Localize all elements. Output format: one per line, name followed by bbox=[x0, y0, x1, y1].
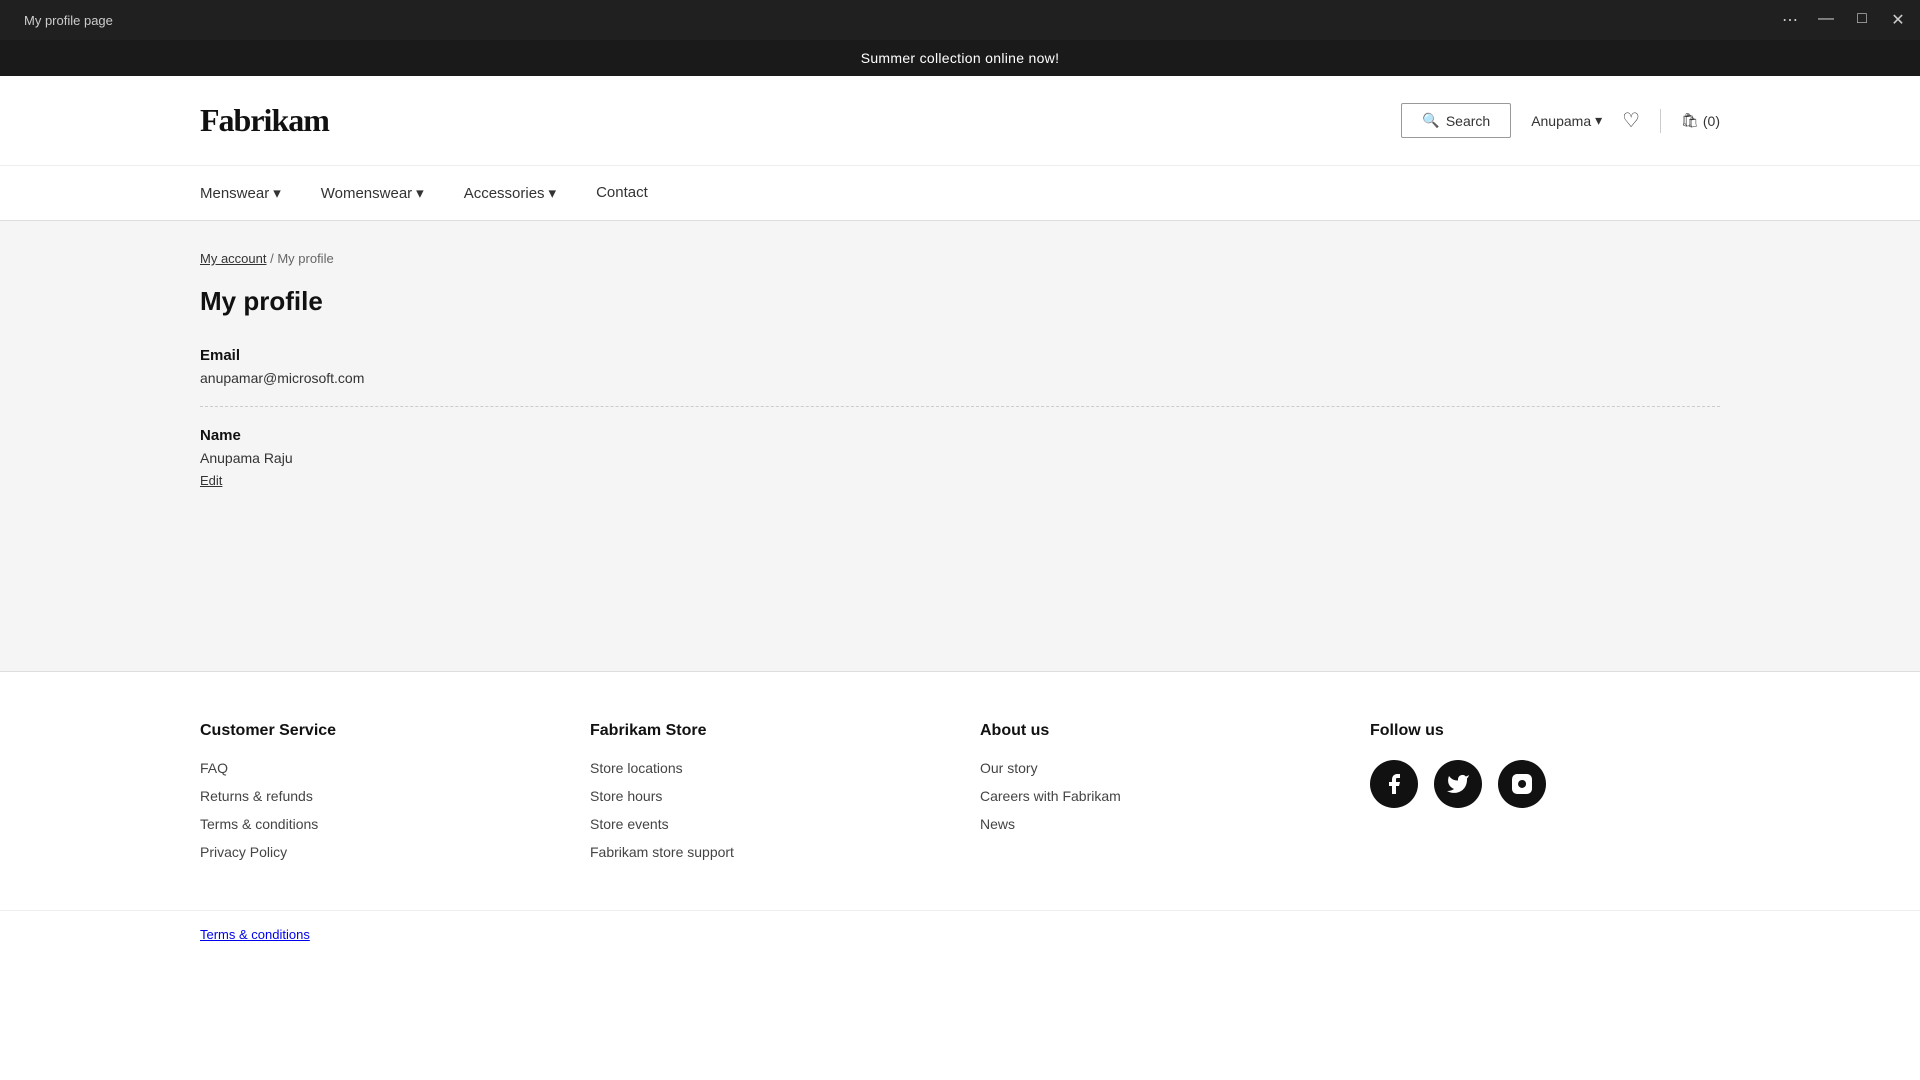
footer-link-store-support[interactable]: Fabrikam store support bbox=[590, 844, 940, 860]
breadcrumb: My account / My profile bbox=[200, 251, 1720, 266]
footer-link-faq[interactable]: FAQ bbox=[200, 760, 550, 776]
footer-bottom: Terms & conditions bbox=[0, 910, 1920, 958]
nav-item-contact[interactable]: Contact bbox=[596, 166, 648, 220]
footer-fabrikam-store-title: Fabrikam Store bbox=[590, 722, 940, 740]
nav-link-accessories[interactable]: Accessories ▾ bbox=[464, 166, 556, 220]
browser-chrome: My profile page ⋯ — □ ✕ bbox=[0, 0, 1920, 40]
breadcrumb-current: My profile bbox=[277, 251, 333, 266]
name-label: Name bbox=[200, 427, 1720, 444]
minimize-icon[interactable]: — bbox=[1816, 10, 1836, 30]
footer: Customer Service FAQ Returns & refunds T… bbox=[0, 671, 1920, 910]
profile-section: Email anupamar@microsoft.com Name Anupam… bbox=[200, 347, 1720, 488]
footer-fabrikam-store-links: Store locations Store hours Store events… bbox=[590, 760, 940, 860]
search-label: Search bbox=[1446, 113, 1490, 129]
field-divider bbox=[200, 406, 1720, 407]
main-nav: Menswear ▾ Womenswear ▾ Accessories ▾ Co… bbox=[0, 166, 1920, 221]
browser-controls[interactable]: ⋯ — □ ✕ bbox=[1780, 10, 1908, 30]
social-icons bbox=[1370, 760, 1720, 808]
wishlist-button[interactable]: ♡ bbox=[1622, 108, 1640, 133]
footer-link-news[interactable]: News bbox=[980, 816, 1330, 832]
footer-link-careers[interactable]: Careers with Fabrikam bbox=[980, 788, 1330, 804]
twitter-icon[interactable] bbox=[1434, 760, 1482, 808]
browser-tab: My profile page bbox=[12, 13, 125, 28]
header: Fabrikam 🔍 Search Anupama ▾ ♡ 🛍 (0) bbox=[0, 76, 1920, 166]
chevron-down-icon: ▾ bbox=[1595, 112, 1602, 129]
chevron-down-icon: ▾ bbox=[549, 184, 557, 202]
chevron-down-icon: ▾ bbox=[416, 184, 424, 202]
footer-col-customer-service: Customer Service FAQ Returns & refunds T… bbox=[200, 722, 550, 860]
header-actions: 🔍 Search Anupama ▾ ♡ 🛍 (0) bbox=[1401, 103, 1720, 138]
footer-terms-link[interactable]: Terms & conditions bbox=[200, 927, 310, 942]
announcement-text: Summer collection online now! bbox=[861, 50, 1060, 66]
footer-customer-service-title: Customer Service bbox=[200, 722, 550, 740]
nav-item-womenswear[interactable]: Womenswear ▾ bbox=[321, 166, 424, 220]
footer-about-us-links: Our story Careers with Fabrikam News bbox=[980, 760, 1330, 832]
heart-icon: ♡ bbox=[1622, 110, 1640, 132]
cart-icon: 🛍 bbox=[1681, 112, 1699, 129]
nav-list: Menswear ▾ Womenswear ▾ Accessories ▾ Co… bbox=[200, 166, 1720, 220]
email-field: Email anupamar@microsoft.com bbox=[200, 347, 1720, 386]
more-options-icon[interactable]: ⋯ bbox=[1780, 10, 1800, 30]
footer-grid: Customer Service FAQ Returns & refunds T… bbox=[200, 722, 1720, 860]
cart-button[interactable]: 🛍 (0) bbox=[1681, 112, 1720, 129]
search-button[interactable]: 🔍 Search bbox=[1401, 103, 1511, 138]
footer-link-our-story[interactable]: Our story bbox=[980, 760, 1330, 776]
chevron-down-icon: ▾ bbox=[273, 184, 281, 202]
footer-link-returns[interactable]: Returns & refunds bbox=[200, 788, 550, 804]
main-content: My account / My profile My profile Email… bbox=[0, 221, 1920, 671]
breadcrumb-my-account[interactable]: My account bbox=[200, 251, 266, 266]
cart-count: (0) bbox=[1703, 113, 1720, 129]
footer-col-follow-us: Follow us bbox=[1370, 722, 1720, 860]
logo[interactable]: Fabrikam bbox=[200, 102, 329, 139]
footer-about-us-title: About us bbox=[980, 722, 1330, 740]
search-icon: 🔍 bbox=[1422, 112, 1439, 129]
footer-link-store-events[interactable]: Store events bbox=[590, 816, 940, 832]
footer-follow-us-title: Follow us bbox=[1370, 722, 1720, 740]
footer-link-privacy[interactable]: Privacy Policy bbox=[200, 844, 550, 860]
footer-link-store-hours[interactable]: Store hours bbox=[590, 788, 940, 804]
user-label: Anupama bbox=[1531, 113, 1591, 129]
name-value: Anupama Raju bbox=[200, 450, 1720, 466]
email-value: anupamar@microsoft.com bbox=[200, 370, 1720, 386]
edit-name-link[interactable]: Edit bbox=[200, 473, 222, 488]
user-account-button[interactable]: Anupama ▾ bbox=[1531, 112, 1602, 129]
header-divider bbox=[1660, 109, 1661, 133]
facebook-icon[interactable] bbox=[1370, 760, 1418, 808]
footer-link-store-locations[interactable]: Store locations bbox=[590, 760, 940, 776]
nav-item-accessories[interactable]: Accessories ▾ bbox=[464, 166, 556, 220]
nav-link-womenswear[interactable]: Womenswear ▾ bbox=[321, 166, 424, 220]
footer-customer-service-links: FAQ Returns & refunds Terms & conditions… bbox=[200, 760, 550, 860]
nav-link-menswear[interactable]: Menswear ▾ bbox=[200, 166, 281, 220]
footer-col-about-us: About us Our story Careers with Fabrikam… bbox=[980, 722, 1330, 860]
instagram-icon[interactable] bbox=[1498, 760, 1546, 808]
maximize-icon[interactable]: □ bbox=[1852, 10, 1872, 30]
announcement-bar: Summer collection online now! bbox=[0, 40, 1920, 76]
page-title: My profile bbox=[200, 286, 1720, 317]
nav-link-contact[interactable]: Contact bbox=[596, 166, 648, 219]
name-field: Name Anupama Raju Edit bbox=[200, 427, 1720, 488]
footer-col-fabrikam-store: Fabrikam Store Store locations Store hou… bbox=[590, 722, 940, 860]
close-icon[interactable]: ✕ bbox=[1888, 10, 1908, 30]
footer-link-terms[interactable]: Terms & conditions bbox=[200, 816, 550, 832]
nav-item-menswear[interactable]: Menswear ▾ bbox=[200, 166, 281, 220]
email-label: Email bbox=[200, 347, 1720, 364]
